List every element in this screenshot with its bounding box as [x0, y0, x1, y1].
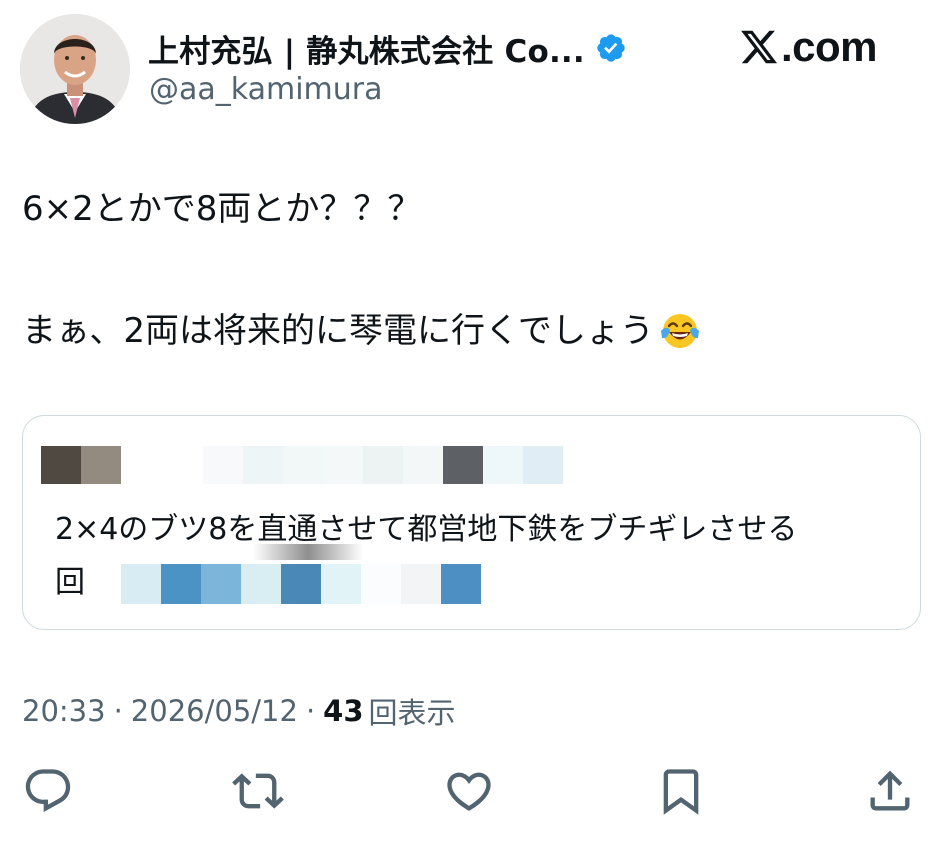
- repost-button[interactable]: [232, 765, 284, 817]
- site-logo: .com: [738, 22, 878, 72]
- quoted-tweet-card[interactable]: 2×4のブツ8を直通させて都営地下鉄をブチギレさせる 回: [22, 415, 921, 630]
- display-name[interactable]: 上村充弘 | 静丸株式会社 Co...: [148, 26, 585, 71]
- share-icon: [870, 770, 910, 811]
- tweet-time[interactable]: 20:33: [22, 694, 106, 728]
- meta-separator: ·: [305, 694, 316, 728]
- tweet-text: まぁ、2両は将来的に琴電に行くでしょう: [22, 311, 654, 351]
- tweet-date[interactable]: 2026/05/12: [131, 694, 298, 728]
- author-handle[interactable]: @aa_kamimura: [149, 72, 383, 107]
- repost-icon: [232, 773, 284, 809]
- bookmark-button[interactable]: [655, 765, 707, 817]
- views-label[interactable]: 回表示: [369, 690, 456, 732]
- tweet-text-line-1: 6×2とかで8両とか？？？: [22, 186, 421, 232]
- author-name-row: 上村充弘 | 静丸株式会社 Co...: [148, 26, 627, 70]
- tweet-text-line-2: まぁ、2両は将来的に琴電に行くでしょう: [22, 308, 702, 354]
- like-button[interactable]: [443, 765, 495, 817]
- quoted-tweet-text: 2×4のブツ8を直通させて都営地下鉄をブチギレさせる: [55, 512, 798, 547]
- avatar-photo: [20, 14, 130, 124]
- site-logo-text: .com: [781, 23, 878, 70]
- views-count[interactable]: 43: [323, 694, 363, 728]
- reply-button[interactable]: [22, 765, 74, 817]
- tweet-text: 6×2とかで8両とか？？？: [22, 189, 422, 229]
- verified-badge-icon: [597, 34, 625, 62]
- bookmark-icon: [663, 769, 699, 815]
- heart-icon: [447, 772, 491, 811]
- share-button[interactable]: [864, 765, 916, 817]
- tweet-meta: 20:33 · 2026/05/12 · 43 回表示: [22, 690, 456, 732]
- quoted-tweet-text-continued: 回: [55, 565, 85, 600]
- avatar[interactable]: [20, 14, 130, 124]
- x-logo-icon: [741, 30, 778, 64]
- face-with-tears-of-joy-icon: [660, 314, 699, 348]
- reply-icon: [25, 769, 71, 813]
- meta-separator: ·: [113, 694, 123, 728]
